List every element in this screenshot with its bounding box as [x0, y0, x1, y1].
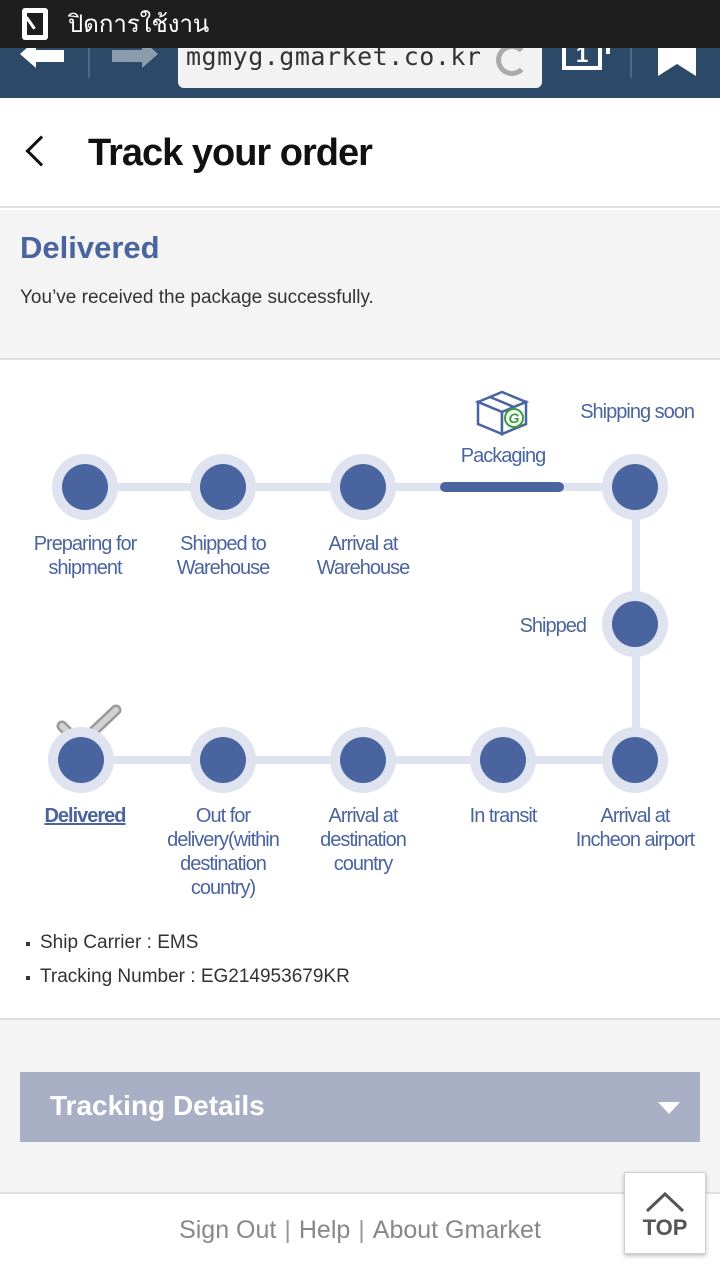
status-text: ปิดการใช้งาน: [68, 10, 210, 38]
order-progress-tracker: G Preparing for shipment Shipped to Wareho…: [0, 362, 720, 1018]
toolbar-divider: [88, 48, 90, 78]
top-label: TOP: [642, 1215, 688, 1240]
step-label-arrival-at-warehouse: Arrival at Warehouse: [316, 533, 411, 579]
browser-back-icon[interactable]: [20, 48, 66, 68]
bookmark-icon[interactable]: [658, 48, 696, 76]
shipping-info-list: Ship Carrier : EMS Tracking Number : EG2…: [24, 926, 350, 994]
step-label-delivered: Delivered: [44, 805, 126, 827]
back-chevron-icon[interactable]: [25, 135, 57, 167]
delivery-status-title: Delivered: [20, 230, 160, 265]
notification-icon: [22, 8, 48, 40]
tracking-details-section: Tracking Details: [0, 1018, 720, 1192]
step-label-shipped-to-warehouse: Shipped to Warehouse: [176, 533, 271, 579]
step-dot-shipped-to-warehouse: [190, 454, 256, 520]
tracking-details-toggle[interactable]: Tracking Details: [20, 1072, 700, 1142]
status-bar: ปิดการใช้งาน: [0, 0, 720, 48]
url-text[interactable]: mgmyg.gmarket.co.kr: [186, 48, 481, 71]
step-dot-shipping-soon: [602, 454, 668, 520]
step-label-shipped: Shipped: [519, 615, 587, 637]
caret-down-icon: [658, 1102, 680, 1114]
package-icon: G: [474, 390, 530, 436]
step-label-shipping-soon: Shipping soon: [580, 401, 695, 423]
browser-forward-icon[interactable]: [112, 48, 158, 68]
footer: Sign Out | Help | About Gmarket: [0, 1192, 720, 1280]
step-dot-in-transit: [470, 727, 536, 793]
delivery-status-description: You’ve received the package successfully…: [20, 287, 374, 308]
step-dot-delivered: [48, 727, 114, 793]
step-dot-shipped: [602, 591, 668, 657]
step-label-packaging: Packaging: [460, 445, 546, 467]
footer-separator: |: [358, 1216, 365, 1244]
step-label-preparing-for-shipment: Preparing for shipment: [33, 533, 138, 579]
scroll-to-top-button[interactable]: TOP: [624, 1172, 706, 1254]
sign-out-link[interactable]: Sign Out: [179, 1216, 276, 1244]
reload-icon[interactable]: [496, 48, 528, 76]
step-label-in-transit: In transit: [469, 805, 538, 827]
package-icon-letter: G: [509, 410, 520, 426]
step-label-arrival-at-incheon-airport: Arrival at Incheon airport: [575, 805, 695, 851]
about-gmarket-link[interactable]: About Gmarket: [373, 1216, 541, 1244]
page-title: Track your order: [88, 132, 373, 174]
tracking-details-title: Tracking Details: [50, 1090, 265, 1121]
step-dot-arrival-at-destination-country: [330, 727, 396, 793]
footer-separator: |: [284, 1216, 291, 1244]
step-label-out-for-delivery: Out for delivery(within destination country…: [167, 805, 280, 899]
address-bar[interactable]: mgmyg.gmarket.co.kr: [178, 48, 542, 88]
help-link[interactable]: Help: [299, 1216, 350, 1244]
step-dot-preparing-for-shipment: [52, 454, 118, 520]
step-dot-arrival-at-warehouse: [330, 454, 396, 520]
tracking-number: Tracking Number : EG214953679KR: [24, 960, 350, 994]
tabs-icon[interactable]: 1: [562, 48, 614, 74]
step-dot-out-for-delivery: [190, 727, 256, 793]
footer-links: Sign Out | Help | About Gmarket: [0, 1214, 720, 1246]
page-header: Track your order: [0, 98, 720, 208]
track-line-current: [440, 482, 564, 492]
ship-carrier: Ship Carrier : EMS: [24, 926, 350, 960]
step-label-arrival-at-destination-country: Arrival at destination country: [320, 805, 407, 875]
browser-toolbar: mgmyg.gmarket.co.kr 1: [0, 48, 720, 98]
chevron-up-icon: [645, 1191, 685, 1213]
step-dot-arrival-at-incheon-airport: [602, 727, 668, 793]
toolbar-divider: [630, 48, 632, 78]
delivery-status-section: Delivered You’ve received the package su…: [0, 210, 720, 360]
tab-count: 1: [576, 48, 589, 67]
